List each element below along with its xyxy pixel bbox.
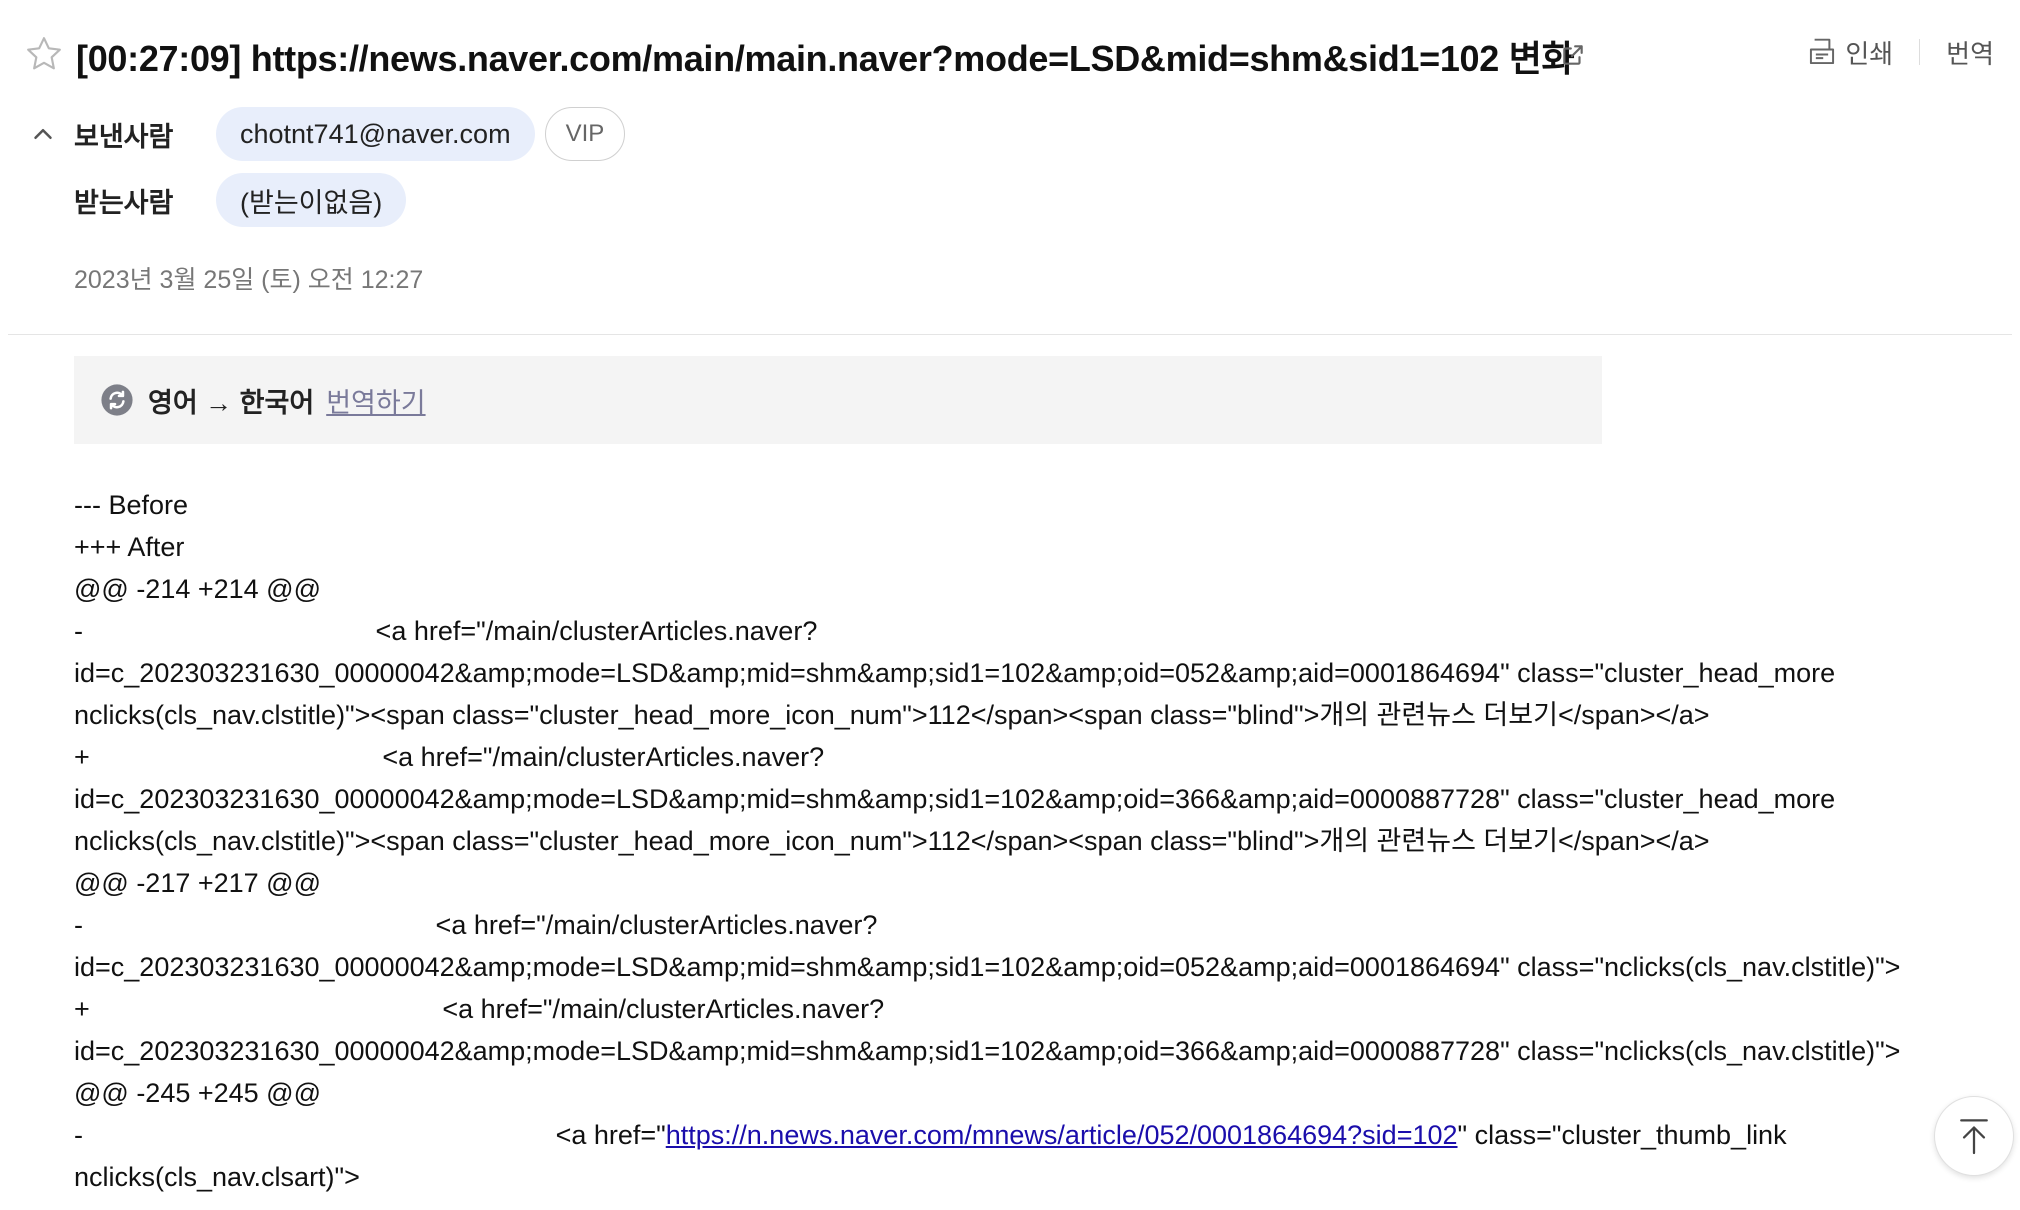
translate-languages: 영어 → 한국어: [148, 387, 315, 418]
receiver-row: 받는사람 (받는이없음): [74, 172, 407, 228]
receiver-chip[interactable]: (받는이없음): [216, 173, 407, 227]
diff-line: + <a href="/main/clusterArticles.naver?: [74, 994, 885, 1024]
translate-action-link[interactable]: 번역하기: [326, 381, 425, 420]
sender-label: 보낸사람: [74, 121, 174, 152]
sender-email-chip[interactable]: chotnt741@naver.com: [216, 107, 535, 161]
chevron-up-icon[interactable]: [28, 119, 58, 149]
top-actions: 인쇄 번역: [1807, 34, 1994, 70]
link-line-prefix: - <a href=": [74, 1120, 666, 1150]
print-button[interactable]: 인쇄: [1807, 34, 1893, 71]
refresh-icon: [101, 384, 133, 416]
diff-line: @@ -214 +214 @@: [74, 574, 321, 604]
diff-line: + <a href="/main/clusterArticles.naver?: [74, 742, 825, 772]
diff-line: --- Before: [74, 490, 189, 520]
diff-line: +++ After: [74, 532, 185, 562]
subject-row: [00:27:09] https://news.naver.com/main/m…: [24, 26, 2004, 86]
diff-line: nclicks(cls_nav.clstitle)"><span class="…: [74, 700, 1710, 730]
mail-date: 2023년 3월 25일 (토) 오전 12:27: [74, 266, 424, 294]
mail-subject: [00:27:09] https://news.naver.com/main/m…: [76, 38, 1575, 79]
header-divider: [8, 334, 2012, 335]
sender-row: 보낸사람 chotnt741@naver.com VIP: [28, 106, 626, 162]
arrow-up-icon: [1960, 1119, 1988, 1155]
star-icon[interactable]: [24, 34, 64, 74]
translate-button[interactable]: 번역: [1946, 34, 1994, 71]
diff-line: id=c_202303231630_00000042&amp;mode=LSD&…: [74, 952, 1901, 982]
diff-line: - <a href="/main/clusterArticles.naver?: [74, 910, 878, 940]
diff-line: nclicks(cls_nav.clstitle)"><span class="…: [74, 826, 1710, 856]
diff-line: nclicks(cls_nav.clsart)">: [74, 1162, 360, 1192]
print-icon: [1810, 38, 1835, 65]
action-divider: [1919, 39, 1921, 65]
scroll-top-button[interactable]: [1934, 1096, 2014, 1176]
receiver-label: 받는사람: [74, 187, 174, 218]
diff-line-with-link: - <a href="https://n.news.naver.com/mnew…: [74, 1114, 1974, 1156]
print-label: 인쇄: [1845, 38, 1894, 69]
diff-line: - <a href="/main/clusterArticles.naver?: [74, 616, 818, 646]
translate-banner: 영어 → 한국어 번역하기: [74, 356, 1602, 444]
external-link-icon[interactable]: [1560, 42, 1586, 68]
diff-line: id=c_202303231630_00000042&amp;mode=LSD&…: [74, 784, 1836, 814]
diff-line: id=c_202303231630_00000042&amp;mode=LSD&…: [74, 1036, 1901, 1066]
diff-line: @@ -245 +245 @@: [74, 1078, 321, 1108]
diff-line: @@ -217 +217 @@: [74, 868, 321, 898]
diff-line: id=c_202303231630_00000042&amp;mode=LSD&…: [74, 658, 1836, 688]
vip-badge[interactable]: VIP: [544, 107, 626, 161]
article-link[interactable]: https://n.news.naver.com/mnews/article/0…: [666, 1120, 1458, 1150]
mail-body: --- Before +++ After @@ -214 +214 @@ - <…: [74, 484, 1974, 1198]
link-line-suffix: " class="cluster_thumb_link: [1457, 1120, 1787, 1150]
